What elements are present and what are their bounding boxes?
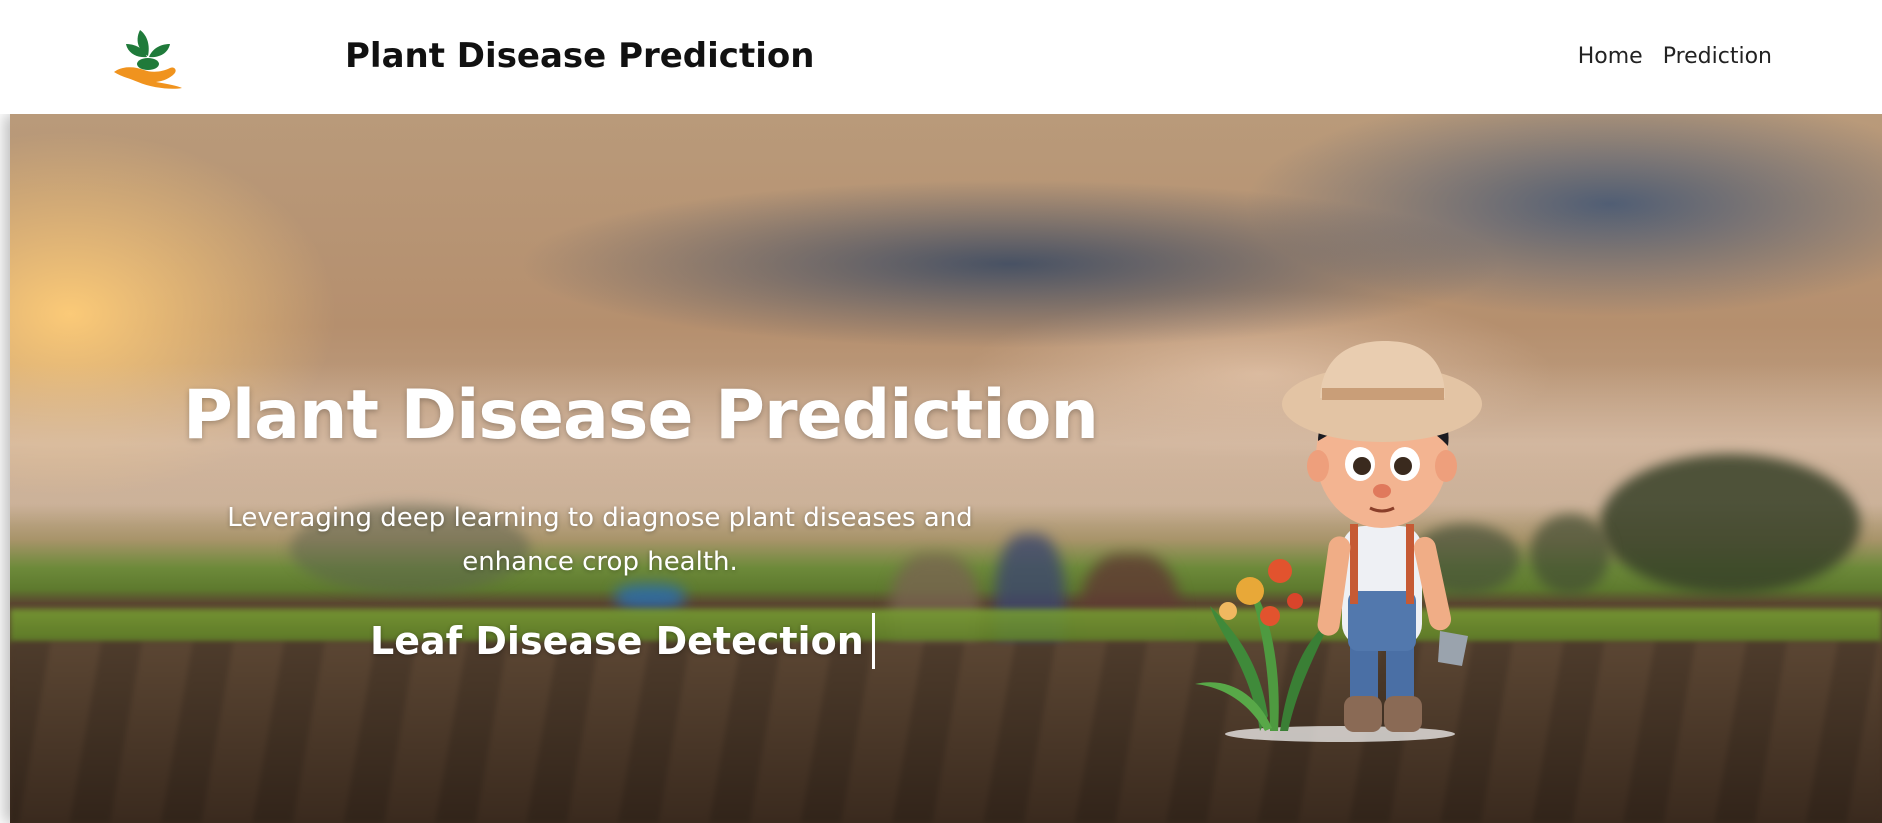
farmer-illustration: [1190, 336, 1500, 756]
typed-heading: Leaf Disease Detection: [370, 612, 875, 670]
hero-field-strip: [10, 609, 1882, 643]
brand-title[interactable]: Plant Disease Prediction: [345, 36, 814, 76]
hero-soil: [10, 642, 1882, 823]
hero-subtitle: Leveraging deep learning to diagnose pla…: [227, 503, 973, 577]
typed-text: Leaf Disease Detection: [370, 619, 864, 663]
plant-in-hand-icon[interactable]: [112, 24, 184, 90]
background-tree: [1600, 454, 1860, 594]
nav-home-link[interactable]: Home: [1578, 44, 1643, 69]
background-cart: [615, 584, 685, 610]
typing-cursor: [871, 613, 875, 669]
nav-links: Home Prediction: [1578, 44, 1772, 69]
nav-prediction-link[interactable]: Prediction: [1663, 44, 1772, 69]
hero-title: Plant Disease Prediction: [183, 376, 1099, 455]
background-tree: [1530, 514, 1610, 594]
navbar: Plant Disease Prediction Home Prediction: [0, 0, 1882, 114]
hero-section: Plant Disease Prediction Leveraging deep…: [10, 114, 1882, 823]
